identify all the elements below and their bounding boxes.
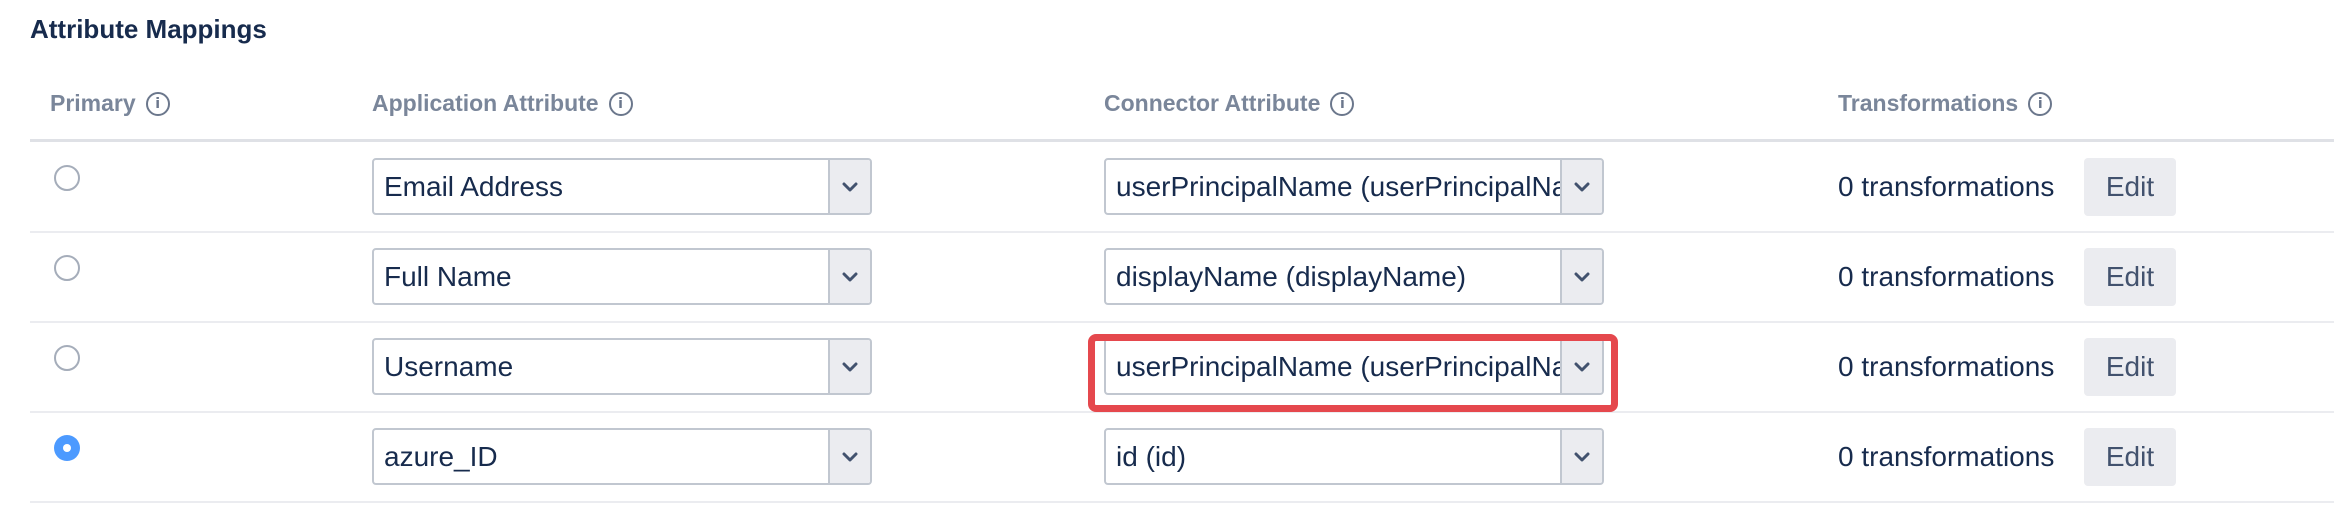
info-icon[interactable]: i	[2028, 91, 2053, 116]
primary-radio[interactable]	[54, 345, 80, 371]
select-value: Email Address	[384, 171, 563, 202]
header-application-label: Application Attribute	[372, 90, 599, 116]
header-transformations: Transformations i	[1838, 90, 2053, 117]
primary-radio[interactable]	[54, 255, 80, 281]
edit-transformations-button[interactable]: Edit	[2084, 248, 2176, 306]
info-icon[interactable]: i	[608, 91, 633, 116]
chevron-down-icon[interactable]	[1560, 430, 1602, 483]
chevron-down-icon[interactable]	[828, 340, 870, 393]
connector-attribute-select[interactable]: id (id)	[1104, 428, 1604, 485]
row-divider	[30, 501, 2334, 503]
primary-radio[interactable]	[54, 165, 80, 191]
application-attribute-select[interactable]: Full Name	[372, 248, 872, 305]
edit-transformations-button[interactable]: Edit	[2084, 428, 2176, 486]
transformations-count: 0 transformations	[1838, 441, 2055, 472]
edit-transformations-button[interactable]: Edit	[2084, 158, 2176, 216]
connector-attribute-select[interactable]: userPrincipalName (userPrincipalName)	[1104, 158, 1604, 215]
select-value: azure_ID	[384, 441, 498, 472]
select-value: id (id)	[1116, 441, 1187, 472]
header-connector-attribute: Connector Attribute i	[1104, 90, 1355, 117]
chevron-down-icon[interactable]	[828, 430, 870, 483]
select-value: Username	[384, 351, 514, 382]
application-attribute-select[interactable]: Email Address	[372, 158, 872, 215]
header-divider	[30, 139, 2334, 142]
transformations-count: 0 transformations	[1838, 351, 2055, 382]
transformations-count: 0 transformations	[1838, 171, 2055, 202]
row-divider	[30, 321, 2334, 323]
header-primary-label: Primary	[50, 90, 136, 116]
select-value: displayName (displayName)	[1116, 261, 1467, 292]
info-icon[interactable]: i	[1330, 91, 1355, 116]
row-divider	[30, 231, 2334, 233]
section-title: Attribute Mappings	[30, 14, 267, 44]
application-attribute-select[interactable]: azure_ID	[372, 428, 872, 485]
header-connector-label: Connector Attribute	[1104, 90, 1321, 116]
chevron-down-icon[interactable]	[828, 160, 870, 213]
header-transformations-label: Transformations	[1838, 90, 2019, 116]
primary-radio-selected[interactable]	[54, 435, 80, 461]
header-application-attribute: Application Attribute i	[372, 90, 633, 117]
transformations-count: 0 transformations	[1838, 261, 2055, 292]
edit-transformations-button[interactable]: Edit	[2084, 338, 2176, 396]
application-attribute-select[interactable]: Username	[372, 338, 872, 395]
chevron-down-icon[interactable]	[1560, 160, 1602, 213]
chevron-down-icon[interactable]	[828, 250, 870, 303]
connector-attribute-select[interactable]: displayName (displayName)	[1104, 248, 1604, 305]
info-icon[interactable]: i	[145, 91, 170, 116]
highlight-box	[1088, 334, 1618, 412]
header-primary: Primary i	[50, 90, 170, 117]
chevron-down-icon[interactable]	[1560, 250, 1602, 303]
select-value: Full Name	[384, 261, 512, 292]
select-value: userPrincipalName (userPrincipalName)	[1116, 171, 1564, 202]
